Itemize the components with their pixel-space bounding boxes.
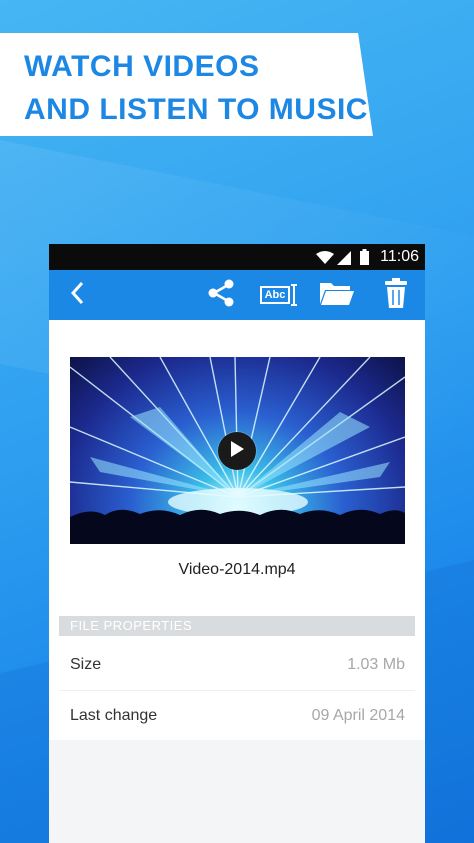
file-name: Video-2014.mp4 (178, 561, 296, 578)
rename-icon: Abc (259, 284, 299, 306)
delete-button[interactable] (379, 270, 413, 320)
battery-icon (360, 249, 369, 270)
video-thumbnail[interactable] (70, 357, 405, 544)
rename-button[interactable]: Abc (259, 270, 299, 320)
property-row-size: Size 1.03 Mb (59, 640, 415, 691)
status-bar: 11:06 (49, 244, 425, 270)
property-label: Last change (70, 707, 158, 724)
property-label: Size (70, 656, 102, 673)
back-arrow-icon (70, 281, 84, 310)
property-value: 1.03 Mb (347, 656, 405, 673)
toolbar: Abc (49, 270, 425, 320)
play-button[interactable] (218, 432, 256, 470)
banner-headline-line2: AND LISTEN TO MUSIC (24, 93, 368, 126)
empty-area (49, 740, 425, 843)
status-icons (316, 249, 369, 270)
property-value: 09 April 2014 (311, 707, 405, 724)
move-to-folder-button[interactable] (317, 270, 357, 320)
share-icon (206, 278, 236, 313)
signal-icon (337, 251, 351, 270)
wifi-icon (316, 251, 334, 270)
status-time: 11:06 (380, 248, 419, 265)
back-button[interactable] (61, 270, 93, 320)
trash-icon (385, 277, 407, 313)
file-properties-header: FILE PROPERTIES (59, 616, 415, 636)
folder-icon (319, 280, 355, 311)
play-icon (229, 440, 245, 463)
phone-screen: 11:06 Abc Video-2014.mp4 FILE PROPERTIES… (49, 244, 425, 843)
share-button[interactable] (203, 270, 239, 320)
file-details: Video-2014.mp4 FILE PROPERTIES Size 1.03… (49, 320, 425, 843)
property-row-last-change: Last change 09 April 2014 (59, 691, 415, 742)
rename-icon-text: Abc (259, 286, 291, 304)
banner-headline-line1: WATCH VIDEOS (24, 50, 260, 83)
